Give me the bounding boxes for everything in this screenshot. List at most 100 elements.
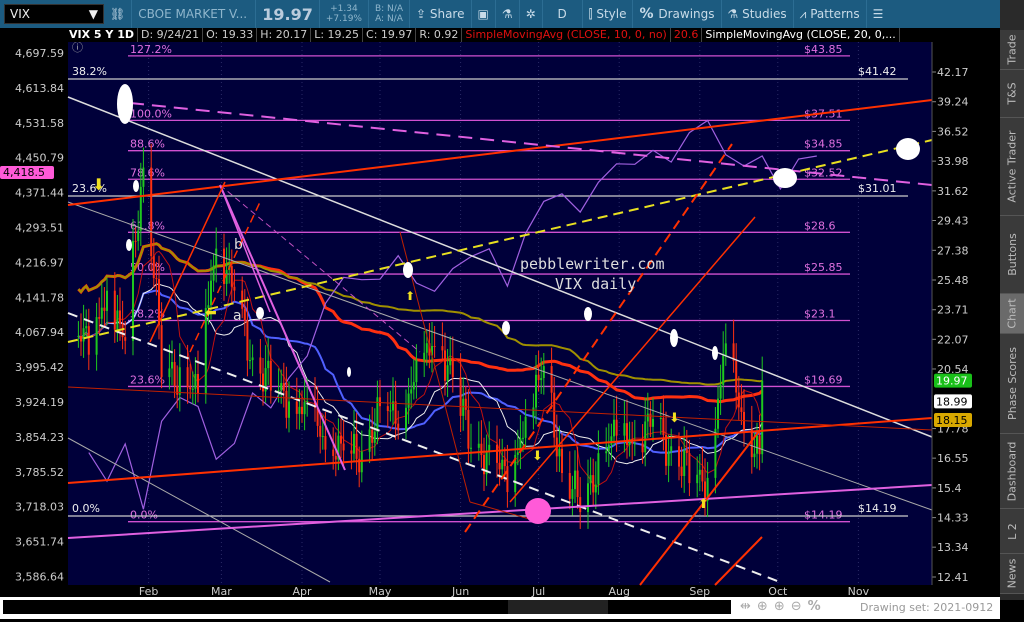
- candle-body: [405, 407, 407, 431]
- candle-body: [77, 335, 80, 337]
- month-label: Sep: [689, 585, 710, 597]
- candle-body: [334, 455, 337, 460]
- candle-body: [579, 497, 582, 513]
- symbol-input[interactable]: VIX ▼: [4, 4, 104, 24]
- side-tab-trade[interactable]: Trade: [1000, 30, 1024, 70]
- month-label: Oct: [768, 585, 788, 597]
- candle-body: [301, 406, 303, 415]
- candle-body: [423, 352, 426, 361]
- candle-body: [607, 444, 610, 452]
- candle-body: [532, 407, 535, 417]
- share-label: Share: [429, 7, 465, 21]
- side-tab-t-s[interactable]: T&S: [1000, 70, 1024, 118]
- candle-body: [171, 361, 173, 369]
- candle-body: [259, 357, 262, 374]
- candle-body: [212, 265, 215, 281]
- candle-body: [467, 409, 470, 449]
- candle-body: [233, 286, 236, 291]
- link-icon[interactable]: ⛓: [104, 0, 133, 28]
- left-axis-tick: 4,371.44: [15, 187, 64, 200]
- drawings-button[interactable]: % Drawings: [633, 0, 722, 28]
- candle-body: [280, 383, 283, 391]
- candle-body: [119, 310, 121, 324]
- side-tab-label: Phase Scores: [1005, 347, 1019, 420]
- right-axis-tick: 25.48: [937, 274, 969, 287]
- side-tab-buttons[interactable]: Buttons: [1000, 216, 1024, 294]
- candle-body: [269, 360, 272, 391]
- share-button[interactable]: ⇪ Share: [410, 0, 472, 28]
- alert-icon[interactable]: ⓘ: [72, 42, 83, 54]
- side-tab-news[interactable]: News: [1000, 554, 1024, 594]
- candle-body: [285, 390, 288, 418]
- left-axis-tick: 3,785.52: [15, 466, 64, 479]
- percent-icon[interactable]: %: [808, 599, 821, 614]
- chart-period: VIX 5 Y 1D: [66, 28, 138, 42]
- right-axis-tick: 13.34: [937, 541, 969, 554]
- arrow-down-icon: ⬇: [92, 175, 105, 194]
- candle-body: [277, 390, 280, 392]
- style-label: Style: [596, 7, 627, 21]
- side-tab-phase-scores[interactable]: Phase Scores: [1000, 334, 1024, 434]
- candle-body: [761, 380, 764, 455]
- side-tab-l-2[interactable]: L 2: [1000, 509, 1024, 554]
- style-button[interactable]: ⫿ Style: [583, 0, 634, 28]
- candle-body: [646, 413, 649, 422]
- candle-body: [756, 435, 758, 454]
- candle-body: [121, 323, 124, 338]
- side-tab-active-trader[interactable]: Active Trader: [1000, 118, 1024, 216]
- menu-icon[interactable]: ☰: [867, 0, 890, 28]
- price-label-value: 18.15: [936, 414, 968, 427]
- candle-body: [662, 418, 665, 435]
- scrollbar-thumb[interactable]: [508, 600, 608, 614]
- candle-body: [464, 398, 467, 410]
- horizontal-scrollbar[interactable]: [3, 600, 731, 614]
- bottom-bar: ⇹ ⊕ ⊕ ⊖ % Drawing set: 2021-0912: [0, 597, 1000, 619]
- candle-body: [98, 317, 101, 319]
- candle-body: [191, 388, 194, 390]
- side-tab-chart[interactable]: Chart: [1000, 294, 1024, 334]
- pan-icon[interactable]: ⇹: [740, 599, 751, 614]
- price-chart[interactable]: 127.2% $43.85100.0% $37.5188.6% $34.8578.6%…: [0, 42, 1000, 597]
- crosshair-icon[interactable]: ⊕: [757, 599, 768, 614]
- fib-pct-label: 38.2%: [72, 65, 107, 78]
- info-icon[interactable]: ▣: [472, 0, 496, 28]
- zoom-in-icon[interactable]: ⊕: [774, 599, 785, 614]
- arrow-down-icon: ⬇: [532, 449, 543, 464]
- candle-body: [85, 326, 88, 329]
- candle-body: [605, 451, 608, 454]
- candle-body: [665, 434, 667, 466]
- candle-body: [173, 361, 176, 387]
- patterns-button[interactable]: ⩘ Patterns: [794, 0, 867, 28]
- candle-body: [210, 280, 212, 306]
- fib-pct-label: 0.0%: [130, 509, 158, 522]
- drawing-set[interactable]: Drawing set: 2021-0912: [860, 601, 993, 614]
- candle-body: [267, 360, 270, 369]
- right-axis-tick: 42.17: [937, 66, 969, 79]
- candle-body: [155, 278, 158, 280]
- side-tab-label: Dashboard: [1005, 441, 1019, 501]
- left-axis-tick: 3,854.23: [15, 431, 64, 444]
- gear-icon[interactable]: ✲: [520, 0, 543, 28]
- drawings-label: Drawings: [658, 7, 715, 21]
- month-label: Jun: [451, 585, 469, 597]
- candle-body: [685, 450, 688, 454]
- aggregation-button[interactable]: D: [543, 0, 583, 28]
- candle-body: [412, 382, 415, 390]
- flask-icon: ⚗: [727, 7, 743, 21]
- flask-icon[interactable]: ⚗: [496, 0, 520, 28]
- candle-body: [152, 256, 155, 279]
- candle-body: [215, 248, 218, 266]
- candle-body: [576, 470, 579, 498]
- pivot-marker: [256, 307, 264, 319]
- candle-body: [324, 436, 327, 450]
- candle-body: [477, 443, 480, 448]
- candle-body: [719, 385, 722, 399]
- fib-price-label: $41.42: [858, 65, 897, 78]
- sma10-label: SimpleMovingAvg (CLOSE, 10, 0, no): [462, 28, 671, 42]
- side-tab-dashboard[interactable]: Dashboard: [1000, 434, 1024, 509]
- month-label: Jul: [531, 585, 545, 597]
- candle-body: [340, 435, 342, 444]
- candle-body: [503, 459, 506, 467]
- zoom-out-icon[interactable]: ⊖: [791, 599, 802, 614]
- studies-button[interactable]: ⚗ Studies: [722, 0, 794, 28]
